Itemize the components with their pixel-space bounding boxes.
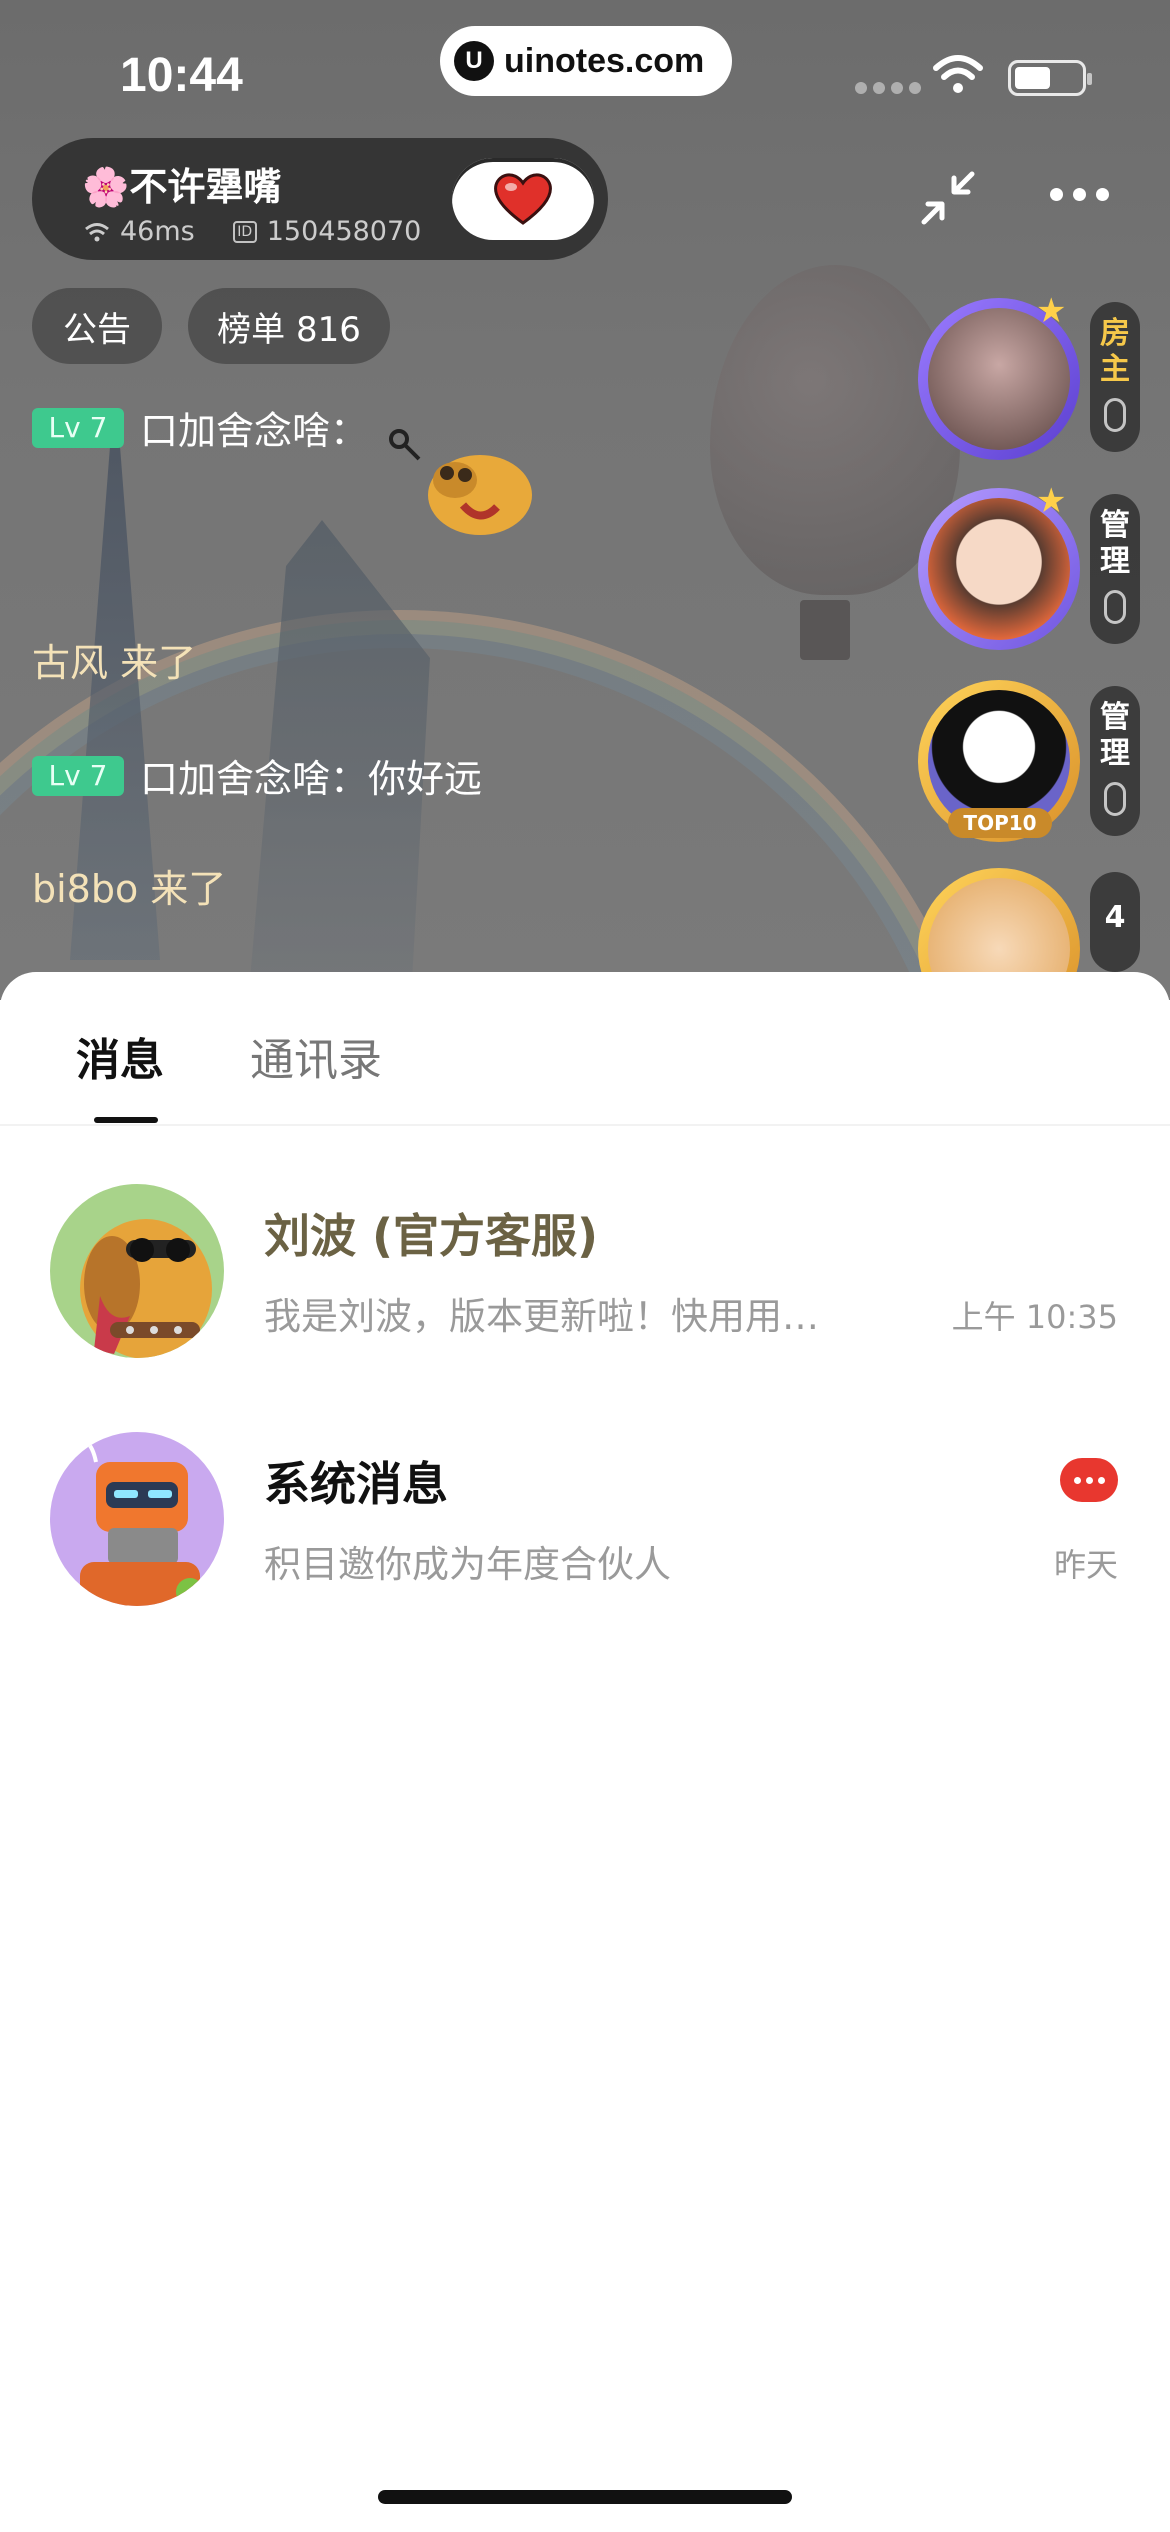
seat-role-admin: 管理 [1090, 686, 1140, 836]
room-id: 150458070 [266, 216, 422, 247]
more-options-icon[interactable] [1050, 188, 1109, 201]
conversation-time: 上午 10:35 [951, 1298, 1118, 1336]
mic-icon [1104, 782, 1126, 816]
room-name: 🌸不许犟嘴 [82, 165, 282, 209]
seat-number: 4 [1090, 872, 1140, 972]
level-badge: Lv 7 [32, 755, 124, 796]
robot-avatar-icon [50, 1432, 224, 1606]
chat-text: 口加舍念啥： [140, 409, 369, 453]
tabs-divider [0, 1124, 1170, 1126]
status-time: 10:44 [120, 49, 243, 102]
cellular-signal-icon [855, 82, 921, 94]
rank-chip[interactable]: 榜单 816 [188, 288, 390, 364]
level-badge: Lv 7 [32, 407, 124, 448]
active-tab-indicator [94, 1117, 158, 1123]
seat-role-label: 管理 [1100, 508, 1130, 579]
conversation-row[interactable]: 刘波 (官方客服) 我是刘波，版本更新啦！快用用… 上午 10:35 [0, 1184, 1170, 1384]
tab-messages[interactable]: 消息 [76, 1024, 164, 1088]
site-logo-icon: U [454, 41, 494, 81]
star-icon: ★ [1036, 291, 1067, 331]
conversation-name: 系统消息 [264, 1457, 448, 1511]
seat-number-label: 4 [1104, 900, 1126, 935]
conversation-preview: 积目邀你成为年度合伙人 [264, 1543, 671, 1586]
room-meta: 46ms ID 150458070 [84, 216, 421, 247]
join-notice: bi8bo 来了 [32, 867, 227, 911]
id-icon: ID [232, 220, 257, 243]
star-icon: ★ [1036, 481, 1067, 521]
dog-avatar-icon [50, 1184, 224, 1358]
seat-admin-1[interactable]: ★ [918, 484, 1080, 650]
seat-role-admin: 管理 [1090, 494, 1140, 644]
top10-badge: TOP10 [948, 808, 1052, 838]
mic-icon [1104, 398, 1126, 432]
conversation-row[interactable]: 系统消息 积目邀你成为年度合伙人 昨天 [0, 1432, 1170, 1632]
dog-sticker-icon [389, 429, 532, 535]
home-indicator[interactable] [378, 2490, 792, 2504]
seat-role-label: 房主 [1100, 316, 1130, 387]
conversation-time: 昨天 [1053, 1546, 1118, 1584]
url-pill: U uinotes.com [440, 26, 732, 96]
notice-chip[interactable]: 公告 [32, 288, 162, 364]
battery-icon [1008, 60, 1092, 96]
seat-role-label: 管理 [1100, 700, 1130, 771]
tab-contacts[interactable]: 通讯录 [250, 1024, 382, 1088]
heart-icon [494, 173, 552, 225]
conversation-name: 刘波 (官方客服) [264, 1209, 599, 1263]
room-info-card[interactable]: 🌸不许犟嘴 46ms ID 150458070 [32, 138, 608, 260]
join-notice: 古风 来了 [32, 641, 197, 685]
conversation-preview: 我是刘波，版本更新啦！快用用… [264, 1295, 819, 1338]
chat-message: Lv 7 口加舍念啥： [32, 400, 368, 455]
messages-sheet: 消息 通讯录 刘波 (官方客服) 我是刘波，版本更新啦！快用用… 上午 10:3… [0, 972, 1170, 2532]
site-url: uinotes.com [504, 41, 705, 80]
mic-icon [1104, 590, 1126, 624]
unread-badge [1060, 1458, 1118, 1502]
seat-admin-2[interactable]: TOP10 [918, 680, 1080, 842]
balloon-basket-decoration [800, 600, 850, 660]
chat-message: Lv 7 口加舍念啥：你好远 [32, 748, 482, 803]
minimize-room-icon[interactable] [918, 168, 978, 228]
wifi-latency-icon [85, 222, 109, 241]
follow-heart-button[interactable] [452, 158, 594, 240]
seat-role-host: 房主 [1090, 302, 1140, 452]
chat-text: 口加舍念啥：你好远 [140, 757, 483, 801]
seat-host[interactable]: ★ [918, 294, 1080, 460]
wifi-icon [933, 55, 983, 93]
room-ping: 46ms [120, 216, 195, 247]
